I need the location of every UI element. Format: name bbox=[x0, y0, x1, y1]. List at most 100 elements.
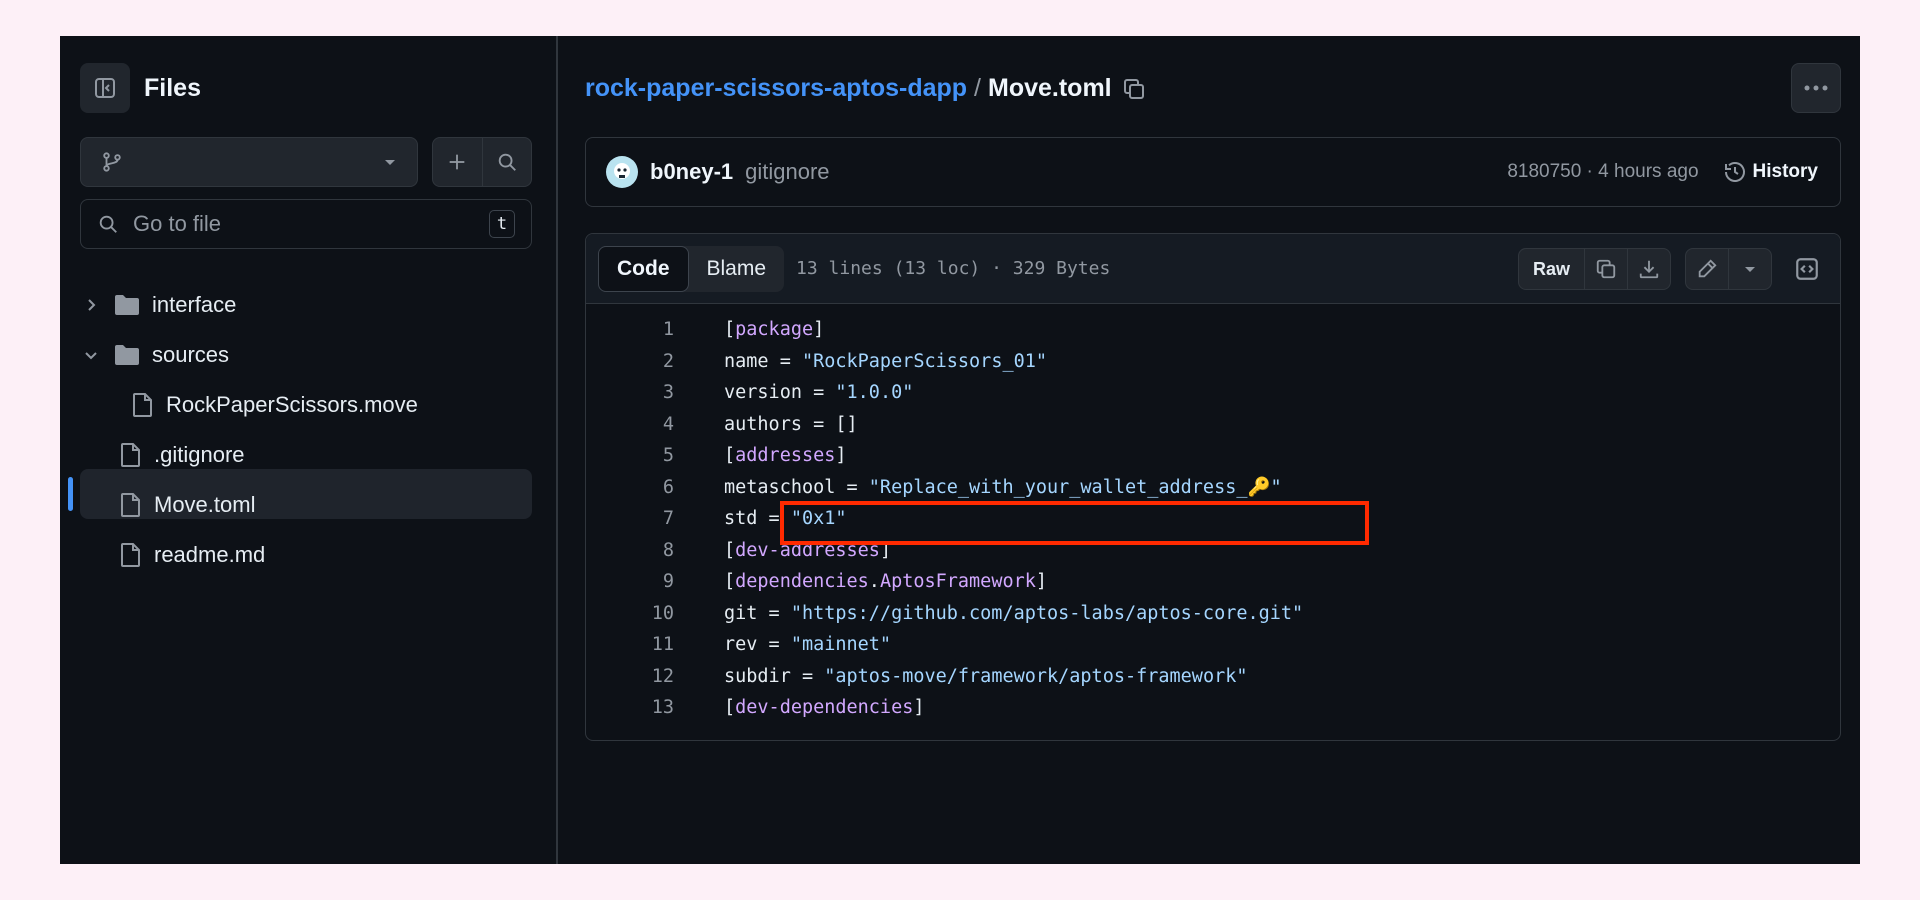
code-viewer: Code Blame 13 lines (13 loc) · 329 Bytes… bbox=[585, 233, 1841, 741]
toml-section-token: AptosFramework bbox=[879, 571, 1036, 593]
copy-icon bbox=[1123, 78, 1144, 99]
file-icon bbox=[120, 492, 142, 518]
copy-path-button[interactable] bbox=[1122, 77, 1146, 101]
line-content: rev = "mainnet" bbox=[724, 634, 891, 655]
toml-plain-token: [ bbox=[724, 539, 736, 561]
line-content: [addresses] bbox=[724, 445, 847, 466]
code-line: 1 [package] bbox=[586, 314, 1840, 346]
code-lines: 1 [package] 2 name = "RockPaperScissors_01"… bbox=[586, 304, 1840, 724]
toml-plain-token: ] bbox=[913, 697, 925, 719]
code-line: 10 git = "https://github.com/aptos-labs/a… bbox=[586, 598, 1840, 630]
toml-string-token: "mainnet" bbox=[790, 634, 892, 656]
breadcrumb: rock-paper-scissors-aptos-dapp / Move.to… bbox=[585, 74, 1146, 103]
file-tree-sidebar: Files Go to file t interface sources Roc… bbox=[60, 36, 558, 864]
branch-selector[interactable] bbox=[80, 137, 418, 187]
toml-plain-token: version = bbox=[724, 382, 836, 404]
toml-plain-token: ] bbox=[813, 319, 825, 341]
plus-icon bbox=[449, 154, 465, 170]
go-to-file-input[interactable]: Go to file t bbox=[80, 199, 532, 249]
chevron-down-icon[interactable] bbox=[80, 348, 102, 362]
toml-string-token: "Replace_with_your_wallet_address_🔑" bbox=[868, 477, 1282, 499]
avatar[interactable] bbox=[606, 156, 638, 188]
tree-item-interface[interactable]: interface bbox=[80, 281, 236, 329]
line-content: git = "https://github.com/aptos-labs/apt… bbox=[724, 603, 1303, 624]
toml-plain-token: . bbox=[868, 571, 880, 593]
more-options-button[interactable] bbox=[1791, 63, 1841, 113]
line-number[interactable]: 6 bbox=[586, 477, 724, 498]
add-file-button[interactable] bbox=[433, 138, 483, 186]
edit-file-button[interactable] bbox=[1686, 249, 1729, 289]
chevron-right-icon[interactable] bbox=[80, 298, 102, 312]
toml-plain-token: ] bbox=[835, 445, 847, 467]
toml-plain-token: authors = [] bbox=[724, 413, 858, 435]
code-line: 4 authors = [] bbox=[586, 409, 1840, 441]
toml-plain-token: subdir = bbox=[724, 665, 825, 687]
toml-string-token: "RockPaperScissors_01" bbox=[801, 350, 1048, 372]
search-files-button[interactable] bbox=[483, 138, 532, 186]
breadcrumb-file: Move.toml bbox=[988, 74, 1112, 102]
line-content: name = "RockPaperScissors_01" bbox=[724, 351, 1047, 372]
toml-plain-token: git = bbox=[724, 602, 791, 624]
line-number[interactable]: 8 bbox=[586, 540, 724, 561]
line-number[interactable]: 11 bbox=[586, 634, 724, 655]
tree-item-gitignore[interactable]: .gitignore bbox=[120, 431, 245, 479]
history-button[interactable]: History bbox=[1723, 160, 1818, 184]
tree-item-label: .gitignore bbox=[154, 442, 245, 467]
code-line: 7 std = "0x1" bbox=[586, 503, 1840, 535]
toml-string-token: "aptos-move/framework/aptos-framework" bbox=[824, 665, 1248, 687]
tab-code[interactable]: Code bbox=[598, 245, 689, 292]
github-file-view: Files Go to file t interface sources Roc… bbox=[60, 36, 1860, 864]
commit-message[interactable]: gitignore bbox=[745, 159, 1507, 185]
commit-author[interactable]: b0ney-1 bbox=[650, 159, 733, 185]
commit-meta[interactable]: 8180750 · 4 hours ago bbox=[1507, 161, 1698, 183]
history-label: History bbox=[1752, 161, 1818, 182]
download-button[interactable] bbox=[1628, 249, 1670, 289]
line-number[interactable]: 3 bbox=[586, 382, 724, 403]
line-number[interactable]: 2 bbox=[586, 351, 724, 372]
sidebar-title: Files bbox=[144, 73, 201, 102]
tree-item-sources[interactable]: sources bbox=[80, 331, 229, 379]
line-number[interactable]: 4 bbox=[586, 414, 724, 435]
tree-item-move-toml[interactable]: Move.toml bbox=[120, 481, 255, 529]
search-icon bbox=[498, 153, 516, 171]
line-number[interactable]: 10 bbox=[586, 603, 724, 624]
toml-plain-token: [ bbox=[724, 697, 736, 719]
folder-icon bbox=[114, 294, 140, 316]
breadcrumb-separator: / bbox=[974, 74, 981, 102]
line-number[interactable]: 7 bbox=[586, 508, 724, 529]
breadcrumb-repo-link[interactable]: rock-paper-scissors-aptos-dapp bbox=[585, 74, 967, 103]
collapse-sidebar-button[interactable] bbox=[80, 63, 130, 113]
line-number[interactable]: 1 bbox=[586, 319, 724, 340]
file-icon bbox=[120, 442, 142, 468]
line-number[interactable]: 12 bbox=[586, 666, 724, 687]
go-to-file-placeholder: Go to file bbox=[133, 211, 222, 236]
toml-plain-token: std = bbox=[724, 508, 791, 530]
toml-plain-token: name = bbox=[724, 350, 802, 372]
symbols-panel-button[interactable] bbox=[1786, 248, 1828, 290]
raw-button[interactable]: Raw bbox=[1519, 249, 1585, 289]
history-icon bbox=[1724, 162, 1745, 182]
line-number[interactable]: 9 bbox=[586, 571, 724, 592]
edit-options-dropdown[interactable] bbox=[1729, 249, 1771, 289]
kebab-horizontal-icon bbox=[1804, 85, 1828, 91]
file-icon bbox=[132, 392, 154, 418]
copy-raw-button[interactable] bbox=[1585, 249, 1628, 289]
tab-blame[interactable]: Blame bbox=[689, 246, 785, 292]
line-content: std = "0x1" bbox=[724, 508, 847, 529]
line-content: [package] bbox=[724, 319, 824, 340]
caret-down-icon bbox=[1745, 267, 1755, 272]
code-line: 12 subdir = "aptos-move/framework/aptos-f… bbox=[586, 661, 1840, 693]
tree-item-rockpaperscissors-move[interactable]: RockPaperScissors.move bbox=[132, 381, 418, 429]
line-number[interactable]: 5 bbox=[586, 445, 724, 466]
toml-plain-token: [ bbox=[724, 571, 736, 593]
tree-item-label: Move.toml bbox=[154, 492, 256, 517]
keyboard-shortcut-badge: t bbox=[489, 210, 515, 238]
tree-item-readme[interactable]: readme.md bbox=[120, 531, 265, 579]
file-info: 13 lines (13 loc) · 329 Bytes bbox=[796, 258, 1111, 279]
toml-string-token: "0x1" bbox=[790, 508, 847, 530]
line-number[interactable]: 13 bbox=[586, 697, 724, 718]
line-content: [dev-addresses] bbox=[724, 540, 891, 561]
line-content: [dependencies.AptosFramework] bbox=[724, 571, 1047, 592]
sidebar-collapse-icon bbox=[95, 78, 115, 98]
code-line: 3 version = "1.0.0" bbox=[586, 377, 1840, 409]
